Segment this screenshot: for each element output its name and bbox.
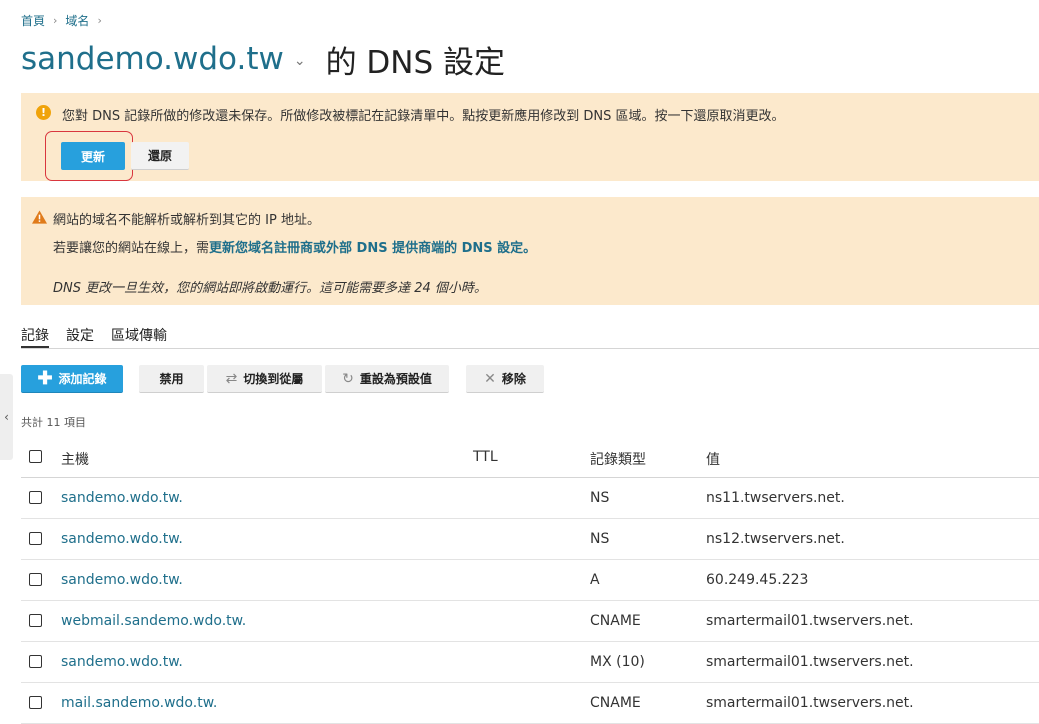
warning-line-1: 網站的域名不能解析或解析到其它的 IP 地址。: [53, 213, 320, 228]
add-record-button[interactable]: ✚ 添加記錄: [21, 365, 123, 393]
tab-settings[interactable]: 設定: [66, 325, 94, 348]
tab-bar: 記錄 設定 區域傳輸: [21, 325, 1039, 349]
dns-warning-alert: 網站的域名不能解析或解析到其它的 IP 地址。 若要讓您的網站在線上，需更新您域…: [21, 197, 1039, 305]
header-ttl[interactable]: TTL: [473, 449, 498, 465]
record-value: smartermail01.twservers.net.: [706, 695, 914, 711]
tab-records[interactable]: 記錄: [21, 325, 49, 348]
record-type: MX (10): [590, 654, 645, 670]
add-record-label: 添加記錄: [58, 372, 107, 386]
tab-zone-transfer[interactable]: 區域傳輸: [111, 325, 167, 348]
record-value: smartermail01.twservers.net.: [706, 613, 914, 629]
chevron-right-icon: ›: [97, 14, 102, 27]
exclamation-icon: !: [36, 105, 51, 120]
warning-triangle-icon: [32, 210, 47, 224]
breadcrumb: 首頁 › 域名 ›: [21, 12, 110, 29]
table-row: mail.sandemo.wdo.tw. CNAME smartermail01…: [21, 683, 1039, 724]
record-host-link[interactable]: mail.sandemo.wdo.tw.: [61, 695, 217, 711]
warning-line-3: DNS 更改一旦生效，您的網站即將啟動運行。這可能需要多達 24 個小時。: [53, 281, 487, 296]
select-all-checkbox[interactable]: [29, 450, 42, 463]
warning-line-2: 若要讓您的網站在線上，需更新您域名註冊商或外部 DNS 提供商端的 DNS 設定…: [53, 237, 536, 256]
row-checkbox[interactable]: [29, 655, 42, 668]
dns-records-table: 主機 TTL 記錄類型 值 sandemo.wdo.tw. NS ns11.tw…: [21, 437, 1039, 724]
table-header: 主機 TTL 記錄類型 值: [21, 437, 1039, 478]
switch-to-slave-label: 切換到從屬: [243, 372, 304, 386]
table-row: sandemo.wdo.tw. A 60.249.45.223: [21, 560, 1039, 601]
close-icon: ✕: [484, 370, 496, 386]
disable-button[interactable]: 禁用: [139, 365, 204, 393]
revert-button[interactable]: 還原: [131, 142, 189, 170]
toolbar: ✚ 添加記錄 禁用 ⇄ 切換到從屬 ↻ 重設為預設值 ✕ 移除: [21, 365, 547, 393]
remove-label: 移除: [501, 372, 526, 386]
switch-to-slave-button[interactable]: ⇄ 切換到從屬: [207, 365, 322, 393]
domain-switcher[interactable]: sandemo.wdo.tw: [21, 41, 284, 77]
swap-arrows-icon: ⇄: [225, 370, 238, 386]
record-type: CNAME: [590, 613, 641, 629]
chevron-right-icon: ›: [53, 14, 58, 27]
reset-default-label: 重設為預設值: [359, 372, 432, 386]
sidebar-collapse-handle[interactable]: ‹: [0, 374, 13, 460]
record-value: smartermail01.twservers.net.: [706, 654, 914, 670]
unsaved-changes-alert: ! 您對 DNS 記錄所做的修改還未保存。所做修改被標記在記錄清單中。點按更新應…: [21, 93, 1039, 181]
record-value: ns11.twservers.net.: [706, 490, 845, 506]
record-host-link[interactable]: sandemo.wdo.tw.: [61, 490, 183, 506]
page-title: sandemo.wdo.tw ⌄ 的 DNS 設定: [21, 38, 506, 81]
plus-icon: ✚: [37, 368, 53, 388]
record-type: CNAME: [590, 695, 641, 711]
table-row: sandemo.wdo.tw. NS ns12.twservers.net.: [21, 519, 1039, 560]
table-row: webmail.sandemo.wdo.tw. CNAME smartermai…: [21, 601, 1039, 642]
reset-default-button[interactable]: ↻ 重設為預設值: [325, 365, 449, 393]
row-checkbox[interactable]: [29, 696, 42, 709]
page-title-suffix: 的 DNS 設定: [325, 44, 506, 81]
warning-line-2-prefix: 若要讓您的網站在線上，需: [53, 241, 210, 256]
row-checkbox[interactable]: [29, 614, 42, 627]
header-type[interactable]: 記錄類型: [590, 449, 646, 469]
item-count: 共計 11 項目: [21, 416, 86, 429]
record-value: ns12.twservers.net.: [706, 531, 845, 547]
table-row: sandemo.wdo.tw. NS ns11.twservers.net.: [21, 478, 1039, 519]
disable-label: 禁用: [159, 372, 184, 386]
record-type: A: [590, 572, 600, 588]
header-value[interactable]: 值: [706, 449, 720, 469]
reset-icon: ↻: [342, 370, 354, 386]
row-checkbox[interactable]: [29, 532, 42, 545]
table-row: sandemo.wdo.tw. MX (10) smartermail01.tw…: [21, 642, 1039, 683]
row-checkbox[interactable]: [29, 491, 42, 504]
chevron-down-icon[interactable]: ⌄: [294, 53, 306, 69]
unsaved-changes-message: 您對 DNS 記錄所做的修改還未保存。所做修改被標記在記錄清單中。點按更新應用修…: [62, 109, 785, 124]
record-type: NS: [590, 531, 610, 547]
update-button[interactable]: 更新: [61, 142, 125, 170]
row-checkbox[interactable]: [29, 573, 42, 586]
record-value: 60.249.45.223: [706, 572, 809, 588]
record-host-link[interactable]: sandemo.wdo.tw.: [61, 572, 183, 588]
remove-button[interactable]: ✕ 移除: [466, 365, 544, 393]
page: ‹ 首頁 › 域名 › sandemo.wdo.tw ⌄ 的 DNS 設定 ! …: [0, 0, 1039, 724]
record-host-link[interactable]: sandemo.wdo.tw.: [61, 531, 183, 547]
update-registrar-dns-link[interactable]: 更新您域名註冊商或外部 DNS 提供商端的 DNS 設定。: [209, 241, 536, 256]
record-host-link[interactable]: sandemo.wdo.tw.: [61, 654, 183, 670]
record-type: NS: [590, 490, 610, 506]
record-host-link[interactable]: webmail.sandemo.wdo.tw.: [61, 613, 246, 629]
chevron-left-icon: ‹: [4, 410, 9, 424]
breadcrumb-home[interactable]: 首頁: [21, 12, 45, 29]
header-host[interactable]: 主機: [61, 449, 89, 469]
breadcrumb-domains[interactable]: 域名: [65, 12, 89, 29]
